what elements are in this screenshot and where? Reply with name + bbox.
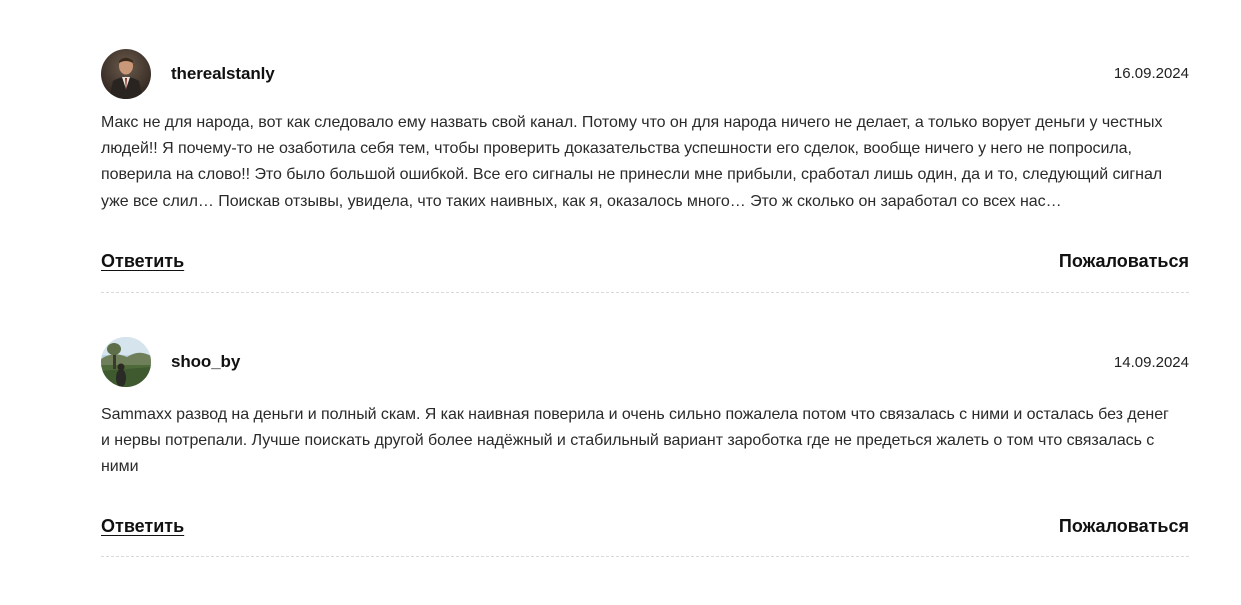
- comment-date: 16.09.2024: [1113, 65, 1189, 82]
- landscape-photo-icon: [101, 337, 151, 388]
- comment-header: shoo_by 14.09.2024: [101, 337, 1189, 388]
- comment-header: therealstanly 16.09.2024: [101, 48, 1189, 99]
- reply-link[interactable]: Ответить: [101, 251, 184, 272]
- comment-date: 14.09.2024: [1113, 353, 1189, 371]
- report-link[interactable]: Пожаловаться: [1059, 251, 1189, 272]
- reply-link[interactable]: Ответить: [101, 516, 184, 537]
- avatar[interactable]: [101, 48, 151, 99]
- comment-item: therealstanly 16.09.2024 Макс не для нар…: [101, 48, 1189, 293]
- comment-actions: Ответить Пожаловаться: [101, 248, 1189, 276]
- comment-text: Sammaxx развод на деньги и полный скам. …: [101, 405, 1169, 476]
- user-photo-icon: [101, 48, 151, 99]
- report-link[interactable]: Пожаловаться: [1059, 516, 1189, 537]
- comment-text: Макс не для народа, вот как следовало ем…: [101, 114, 1163, 210]
- comment-item: shoo_by 14.09.2024 Sammaxx развод на ден…: [101, 337, 1189, 558]
- comment-author: therealstanly: [171, 63, 275, 83]
- comments-list: therealstanly 16.09.2024 Макс не для нар…: [101, 48, 1189, 558]
- avatar[interactable]: [101, 337, 151, 388]
- comment-actions: Ответить Пожаловаться: [101, 512, 1189, 540]
- comment-author: shoo_by: [171, 352, 241, 372]
